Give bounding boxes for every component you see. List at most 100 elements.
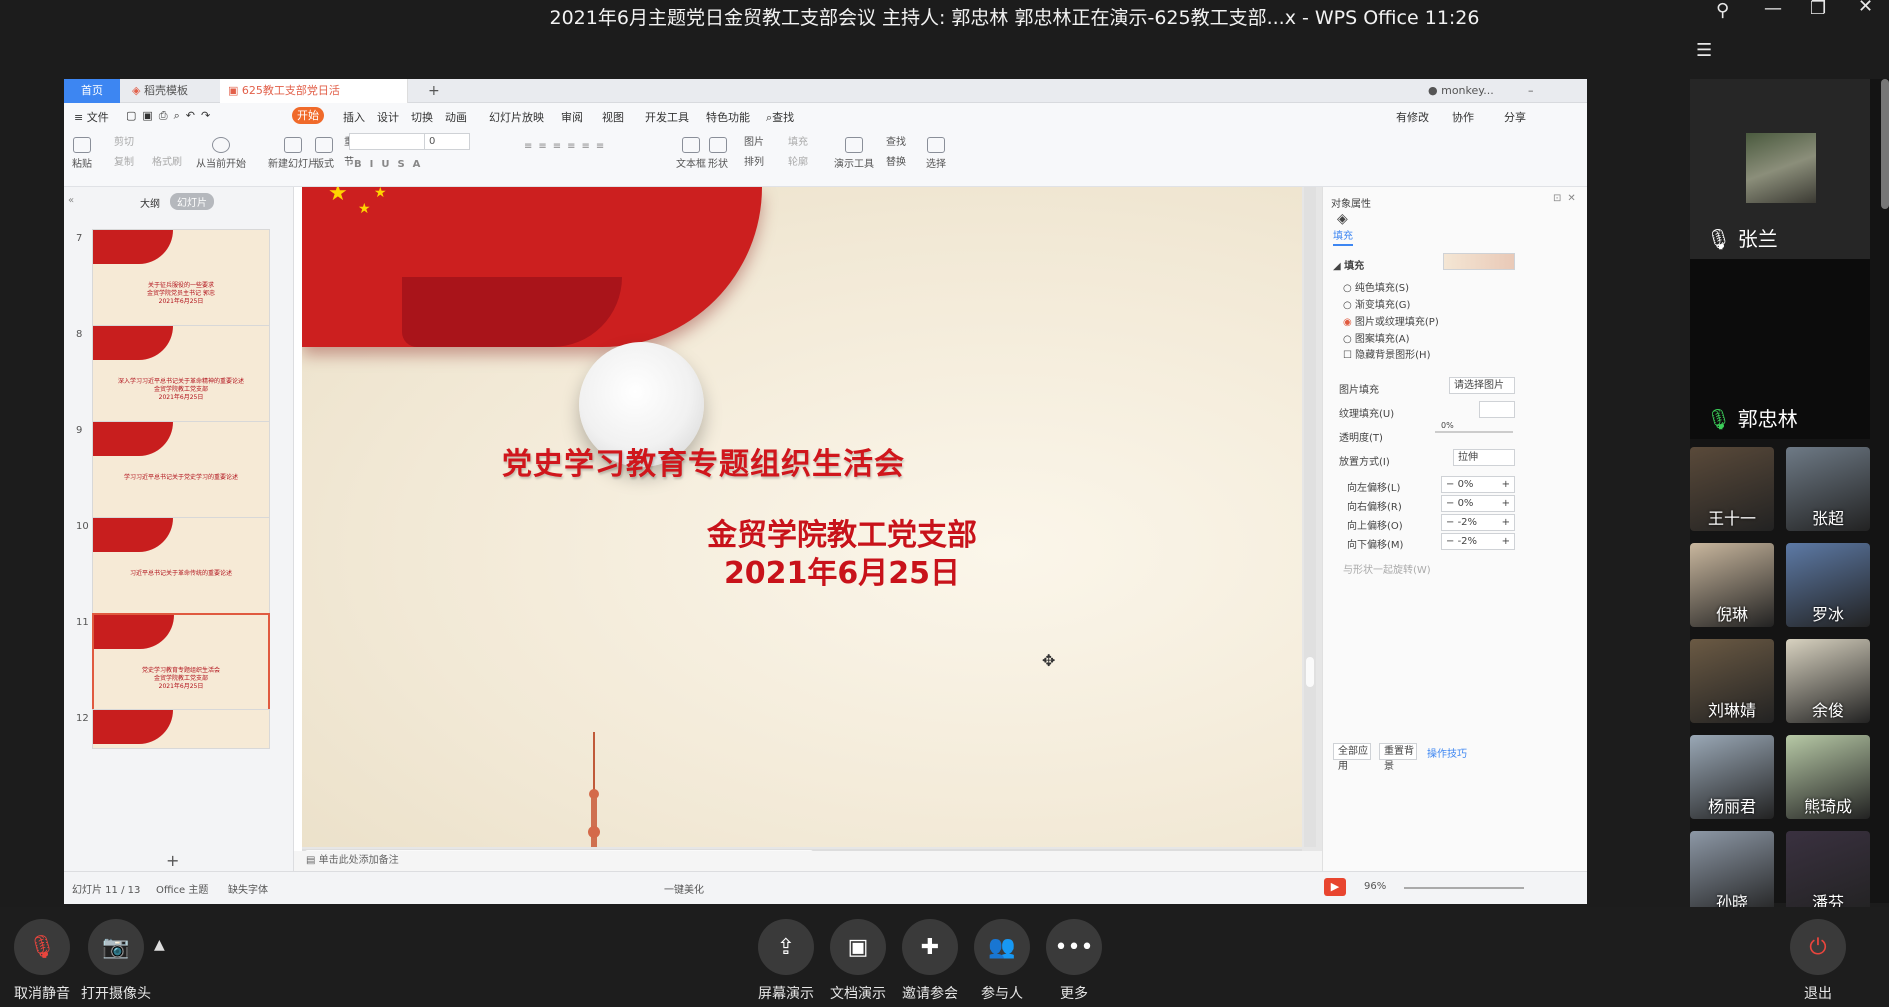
menu-design[interactable]: 设计 (377, 109, 399, 125)
offset-stepper[interactable]: − 0% + (1441, 495, 1515, 512)
menu-share[interactable]: 分享 (1504, 109, 1526, 125)
participant-tile[interactable]: 潘芬 (1786, 831, 1870, 915)
more-button[interactable]: ••• 更多 (1044, 919, 1104, 1003)
slide-canvas[interactable]: ★ ★ ★ 党史学习教育专题组织生活会 金贸学院教工党支部 2021年6月25日… (302, 187, 1302, 847)
menu-transition[interactable]: 切换 (411, 109, 433, 125)
plus-icon[interactable]: + (1502, 534, 1510, 549)
participant-tile[interactable]: 余俊 (1786, 639, 1870, 723)
menu-animation[interactable]: 动画 (445, 109, 467, 125)
slide-thumbnail[interactable]: 关于征兵服役的一些要求 金贸学院党员主书记 郭忠 2021年6月25日 (92, 229, 270, 329)
account-name[interactable]: ● monkey... (1420, 79, 1502, 103)
fill-option-radio[interactable]: ○ 图案填充(A) (1343, 330, 1410, 345)
wps-window-controls[interactable]: –❐✕ (1520, 79, 1587, 121)
tips-link[interactable]: 操作技巧 (1427, 745, 1467, 760)
format-painter-button[interactable]: 格式刷 (152, 153, 182, 168)
rotate-with-shape-checkbox[interactable]: 与形状一起旋转(W) (1343, 561, 1431, 576)
vertical-scrollbar[interactable] (1304, 187, 1316, 847)
new-tab-button[interactable]: + (420, 79, 448, 103)
tab-templates[interactable]: ◈ 稻壳模板 (124, 79, 224, 103)
restore-icon[interactable]: ❐ (1810, 0, 1826, 19)
invite-button[interactable]: ✚ 邀请参会 (900, 919, 960, 1003)
layout-button[interactable]: 版式 (314, 137, 334, 170)
fill-option-radio[interactable]: ○ 纯色填充(S) (1343, 279, 1409, 294)
hide-bg-checkbox[interactable]: ☐ 隐藏背景图形(H) (1343, 346, 1430, 361)
missing-font[interactable]: 缺失字体 (228, 881, 268, 896)
slide-thumbnail[interactable]: 学习习近平总书记关于党史学习的重要论述 (92, 421, 270, 521)
pin-icon[interactable]: ⚲ (1716, 0, 1729, 21)
menu-start[interactable]: 开始 (292, 107, 324, 124)
menu-slideshow[interactable]: 幻灯片放映 (489, 109, 544, 125)
minus-icon[interactable]: − (1446, 498, 1458, 509)
zoom-level[interactable]: 96% (1364, 881, 1386, 892)
outline-button[interactable]: 轮廓 (788, 153, 808, 168)
textbox-button[interactable]: 文本框 (676, 137, 706, 170)
offset-stepper[interactable]: − -2% + (1441, 533, 1515, 550)
menu-search[interactable]: ⌕查找 (766, 109, 794, 125)
apply-all-button[interactable]: 全部应用 (1333, 743, 1371, 772)
menu-features[interactable]: 特色功能 (706, 109, 750, 125)
new-slide-button[interactable]: 新建幻灯片 (268, 137, 318, 170)
tab-fill[interactable]: 填充 (1333, 227, 1353, 246)
play-from-current-button[interactable]: 从当前开始 (196, 137, 246, 170)
presentation-tools-button[interactable]: 演示工具 (834, 137, 874, 170)
participant-tile[interactable]: 熊琦成 (1786, 735, 1870, 819)
camera-button[interactable]: 📷 打开摄像头 (78, 919, 154, 1003)
add-slide-button[interactable]: + (166, 851, 179, 870)
video-tile-zhanglan[interactable]: 🎙 张兰 (1690, 79, 1870, 259)
transparency-slider[interactable] (1435, 431, 1513, 433)
participant-tile[interactable]: 罗冰 (1786, 543, 1870, 627)
text-format-buttons[interactable]: BIUSA (354, 159, 428, 170)
participant-tile[interactable]: 王十一 (1690, 447, 1774, 531)
slide-subtitle[interactable]: 金贸学院教工党支部 2021年6月25日 (642, 517, 1042, 593)
minus-icon[interactable]: − (1446, 536, 1458, 547)
menu-file[interactable]: ≡ 文件 (74, 109, 109, 125)
picture-button[interactable]: 图片 (744, 133, 764, 148)
menu-insert[interactable]: 插入 (343, 109, 365, 125)
fill-option-radio[interactable]: ○ 渐变填充(G) (1343, 296, 1410, 311)
participant-tile[interactable]: 孙晓 (1690, 831, 1774, 915)
menu-developer[interactable]: 开发工具 (645, 109, 689, 125)
participant-tile[interactable]: 张超 (1786, 447, 1870, 531)
slide-thumbnail[interactable]: 深入学习习近平总书记关于革命精神的重要论述 金贸学院教工党支部 2021年6月25日 (92, 325, 270, 425)
beautify-button[interactable]: 一键美化 (664, 881, 704, 896)
minus-icon[interactable]: − (1446, 517, 1458, 528)
texture-fill-select[interactable] (1479, 401, 1515, 418)
mute-button[interactable]: 🎙 取消静音 (8, 919, 76, 1003)
menu-collaborate[interactable]: 协作 (1452, 109, 1474, 125)
fill-button[interactable]: 填充 (788, 133, 808, 148)
copy-button[interactable]: 复制 (114, 153, 134, 168)
theme-name[interactable]: Office 主题 (156, 881, 208, 896)
plus-icon[interactable]: + (1502, 496, 1510, 511)
zoom-slider[interactable] (1404, 887, 1524, 889)
video-tile-guozhonglin[interactable]: 🎙 郭忠林 (1690, 259, 1870, 439)
slide-thumbnail[interactable]: 党史学习教育专题组织生活会 金贸学院教工党支部 2021年6月25日 (92, 613, 270, 713)
tab-home[interactable]: 首页 (64, 79, 120, 103)
quick-access-icons[interactable]: ▢▣⎙⌕↶↷ (126, 109, 216, 123)
menu-modified[interactable]: 有修改 (1396, 109, 1429, 125)
close-icon[interactable]: ✕ (1858, 0, 1873, 17)
participant-tile[interactable]: 刘琳婧 (1690, 639, 1774, 723)
notes-bar[interactable]: ▤ 单击此处添加备注 (294, 851, 1322, 871)
minus-icon[interactable]: − (1446, 479, 1458, 490)
fill-section-title[interactable]: ◢ 填充 (1333, 257, 1364, 272)
reset-background-button[interactable]: 重置背景 (1379, 743, 1417, 772)
menu-list-icon[interactable]: ☰ (1696, 40, 1712, 61)
slide-thumbnail[interactable]: 第五部分 (92, 709, 270, 749)
plus-icon[interactable]: + (1502, 477, 1510, 492)
doc-share-button[interactable]: ▣ 文档演示 (828, 919, 888, 1003)
minimize-icon[interactable]: — (1764, 0, 1782, 19)
select-button[interactable]: 选择 (926, 137, 946, 170)
tab-slides[interactable]: 幻灯片 (170, 193, 214, 210)
collapse-icon[interactable]: « (68, 195, 74, 206)
section-button[interactable]: 节 (344, 153, 354, 168)
plus-icon[interactable]: + (1502, 515, 1510, 530)
camera-options-caret-icon[interactable]: ▲ (154, 937, 165, 953)
placement-select[interactable]: 拉伸 (1453, 449, 1515, 466)
leave-button[interactable]: ⏻ 退出 (1788, 919, 1848, 1003)
slide-thumbnail[interactable]: 习近平总书记关于革命传统的重要论述 (92, 517, 270, 617)
offset-stepper[interactable]: − -2% + (1441, 514, 1515, 531)
fill-option-radio[interactable]: ◉ 图片或纹理填充(P) (1343, 313, 1439, 328)
participants-button[interactable]: 👥 参与人 (972, 919, 1032, 1003)
play-slideshow-button[interactable]: ▶ (1324, 878, 1346, 896)
picture-fill-select[interactable]: 请选择图片 (1449, 377, 1515, 394)
